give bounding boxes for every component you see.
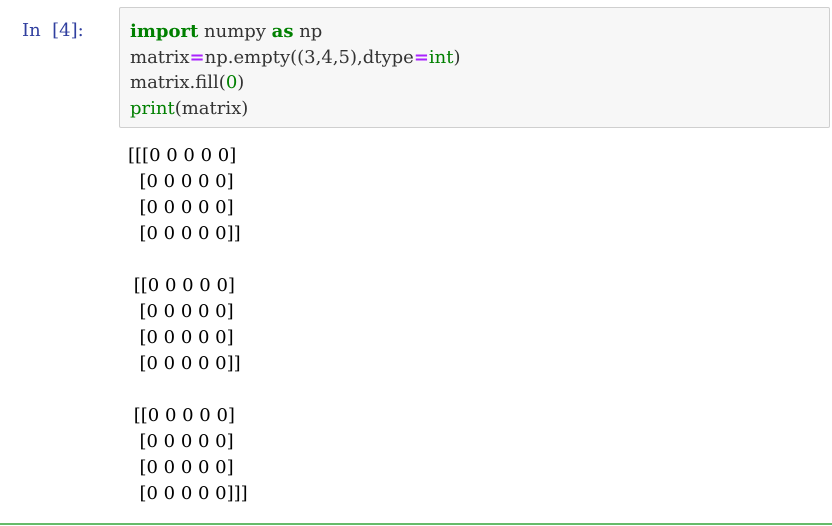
output-line: [0 0 0 0 0] [128,327,234,348]
output-line: [[[0 0 0 0 0] [128,145,237,166]
code-line-print: print(matrix) [130,96,461,122]
cell-output: [[[0 0 0 0 0] [0 0 0 0 0] [0 0 0 0 0] [0… [128,143,248,507]
keyword-as: as [271,21,294,42]
code-editor[interactable]: import numpy as np matrix=np.empty((3,4,5… [119,7,830,128]
fill-call-close: ) [237,72,245,93]
fill-argument: 0 [225,72,238,93]
module-alias: np [293,21,323,42]
selected-cell-indicator [0,523,832,525]
input-prompt: In [4]: [22,20,84,41]
notebook-code-cell[interactable]: In [4]: import numpy as np matrix=np.empt… [0,0,832,526]
module-name: numpy [198,21,272,42]
output-line: [0 0 0 0 0] [128,171,234,192]
output-line: [0 0 0 0 0]]] [128,483,248,504]
output-line: [0 0 0 0 0]] [128,223,241,244]
output-line: [[0 0 0 0 0] [128,275,235,296]
empty-call-close: ) [453,46,461,68]
variable-matrix: matrix [130,46,190,68]
print-builtin: print [130,97,175,119]
code-line-fill: matrix.fill(0) [130,70,461,96]
code-line-import: import numpy as np [130,19,461,45]
output-line: [0 0 0 0 0] [128,457,234,478]
dtype-builtin: int [428,46,454,68]
output-line: [[0 0 0 0 0] [128,405,235,426]
code-line-empty-call: matrix=np.empty((3,4,5),dtype=int) [130,45,461,71]
output-line: [0 0 0 0 0] [128,197,234,218]
output-line: [0 0 0 0 0] [128,301,234,322]
code-text[interactable]: import numpy as np matrix=np.empty((3,4,5… [130,19,461,121]
empty-call: np.empty((3,4,5),dtype [204,46,414,68]
assignment-operator: = [189,46,205,68]
print-arguments: (matrix) [174,97,249,119]
keyword-argument-operator: = [413,46,429,68]
fill-call: matrix.fill( [130,72,226,93]
keyword-import: import [130,21,199,42]
output-line: [0 0 0 0 0] [128,431,234,452]
output-line: [0 0 0 0 0]] [128,353,241,374]
